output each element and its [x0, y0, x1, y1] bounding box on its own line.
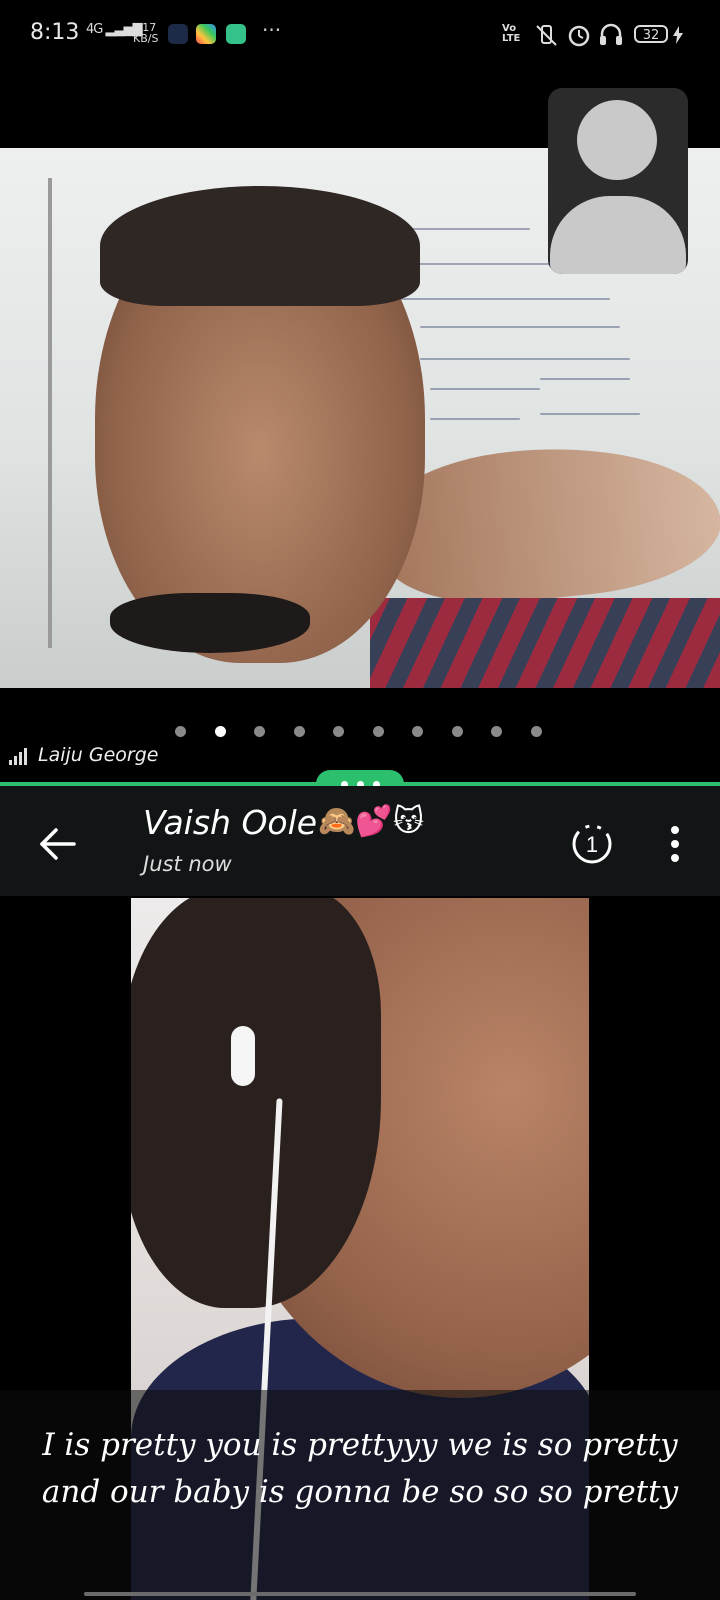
- video-person-arm: [373, 430, 720, 616]
- self-preview[interactable]: [548, 88, 688, 274]
- network-label: 4G: [86, 22, 103, 37]
- pager-dot[interactable]: [372, 726, 384, 737]
- pager-dot[interactable]: [530, 726, 542, 737]
- pager-dot[interactable]: [333, 726, 344, 737]
- pager-dot[interactable]: [214, 726, 226, 737]
- pager-dot[interactable]: [293, 726, 305, 737]
- network-speed: 117 KB/S: [133, 22, 158, 44]
- status-time: Just now: [143, 852, 232, 876]
- more-notifications-icon: ···: [262, 18, 282, 42]
- charging-icon: [673, 26, 683, 44]
- status-bar: 8:13 4G ▂▃▅▇ 117 KB/S ··· Vo LTE 32: [0, 0, 720, 72]
- notification-app-icon: [196, 24, 216, 44]
- video-pager[interactable]: [0, 722, 720, 742]
- video-person-moustache: [110, 593, 310, 653]
- avatar-placeholder-head: [577, 100, 657, 180]
- earbud: [231, 1026, 255, 1086]
- clock: 8:13: [30, 20, 80, 45]
- vibrate-icon: [536, 25, 557, 46]
- view-once-timer-icon[interactable]: 1: [568, 820, 616, 868]
- pager-dot[interactable]: [254, 726, 265, 737]
- status-contact-name[interactable]: Vaish Oole: [143, 803, 317, 842]
- speed-unit: KB/S: [133, 32, 159, 45]
- battery-icon: 32: [634, 25, 668, 43]
- pager-dot[interactable]: [175, 726, 186, 737]
- whiteboard-edge: [48, 178, 52, 648]
- avatar-placeholder-body: [550, 196, 686, 274]
- video-person-hair: [100, 186, 420, 306]
- pager-dot[interactable]: [412, 726, 423, 737]
- notification-app-icon: [168, 24, 188, 44]
- status-contact-emojis: 🙈💕😽: [318, 804, 424, 839]
- video-person-shirt: [370, 598, 720, 688]
- alarm-icon: [568, 25, 590, 47]
- participant-name: Laiju George: [38, 744, 159, 766]
- pager-dot[interactable]: [491, 726, 502, 737]
- progress-bar: [84, 1592, 636, 1596]
- signal-strength-icon: [9, 748, 27, 765]
- more-options-icon[interactable]: [660, 820, 690, 868]
- pager-dot[interactable]: [451, 726, 463, 737]
- back-arrow-icon[interactable]: [36, 822, 80, 866]
- timer-label: 1: [586, 832, 598, 857]
- status-caption: I is pretty you is prettyyy we is so pre…: [41, 1427, 679, 1510]
- volte-icon: Vo LTE: [502, 23, 521, 44]
- headphones-icon: [600, 23, 622, 45]
- notification-app-icon: [226, 24, 246, 44]
